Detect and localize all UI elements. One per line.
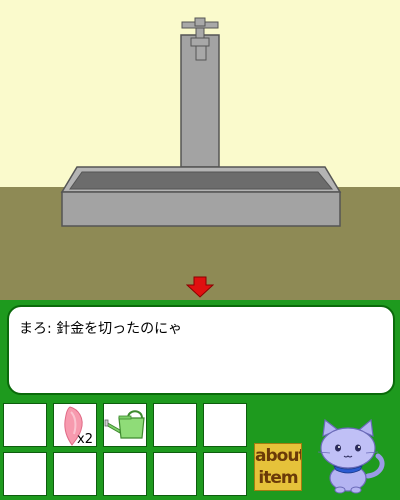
scene-view (0, 0, 400, 300)
inventory-slot-8[interactable] (103, 452, 147, 496)
cat-character-icon[interactable] (312, 418, 392, 494)
about-item-label-line1: about (255, 446, 302, 466)
about-item-label-line2: item (258, 468, 298, 488)
scene-illustration (0, 0, 400, 300)
fountain-basin[interactable] (60, 166, 342, 227)
inventory-slot-3[interactable] (103, 403, 147, 447)
about-item-button[interactable]: about item (254, 443, 302, 491)
watering-can-icon (104, 410, 145, 439)
inventory-slot-5[interactable] (203, 403, 247, 447)
inventory-slot-6[interactable] (3, 452, 47, 496)
inventory-slot-1[interactable] (3, 403, 47, 447)
dialog-box[interactable]: まろ: 針金を切ったのにゃ (7, 305, 395, 395)
item-count: x2 (77, 432, 93, 447)
dialog-text: まろ: 針金を切ったのにゃ (19, 321, 183, 337)
down-arrow-icon[interactable] (185, 276, 215, 298)
inventory-slot-7[interactable] (53, 452, 97, 496)
inventory-slot-2[interactable]: x2 (53, 403, 97, 447)
inventory-slot-10[interactable] (203, 452, 247, 496)
inventory-slot-4[interactable] (153, 403, 197, 447)
inventory-slot-9[interactable] (153, 452, 197, 496)
